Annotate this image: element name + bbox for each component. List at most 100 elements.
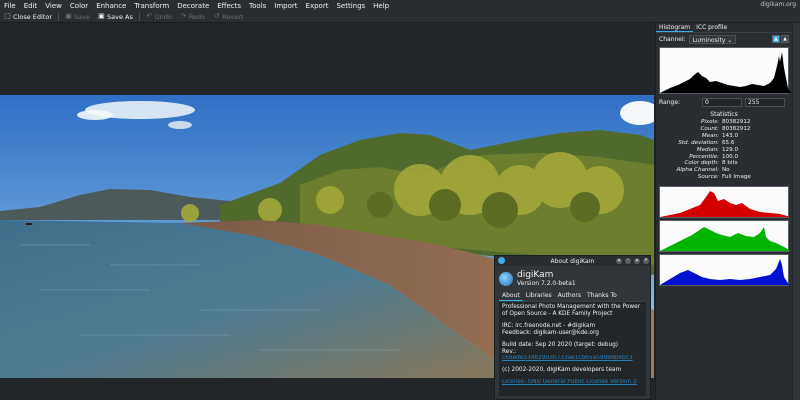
license-link[interactable]: License: GNU General Public License Vers… [502,379,643,386]
feedback-info: Feedback: digikam-user@kde.org [502,329,599,336]
statistics-title: Statistics [710,111,738,118]
close-icon[interactable]: ✕ [643,258,649,264]
menu-enhance[interactable]: Enhance [92,2,130,10]
luminosity-histogram-graph [660,52,791,93]
menu-export[interactable]: Export [302,2,333,10]
stat-row: Mean: 143.0 [656,133,792,140]
save-button[interactable]: ▣ Save [61,13,94,21]
tab-libraries[interactable]: Libraries [523,291,555,301]
toolbar-separator [58,12,60,21]
app-version: Version 7.2.0-beta1 [517,280,576,287]
close-editor-button[interactable]: ⬚ Close Editor [0,13,56,21]
green-histogram-area [660,227,791,252]
stat-value: No [722,167,730,174]
redo-button[interactable]: ↷ Redo [176,13,209,21]
menu-edit[interactable]: Edit [20,2,42,10]
red-histogram-area [660,191,791,218]
save-label: Save [74,12,90,21]
stat-row: Percentile: 100.0 [656,154,792,161]
tab-icc-profile[interactable]: ICC profile [693,23,730,32]
range-max-input[interactable]: 255 [745,97,786,107]
menu-import[interactable]: Import [270,2,301,10]
stat-value: 143.0 [722,132,739,139]
undo-button[interactable]: ↶ Undo [142,13,176,21]
tab-histogram[interactable]: Histogram [656,23,694,32]
revision-link[interactable]: c66ede534829030733ae1cb65a59d9db6bc3 [502,355,643,362]
menu-help[interactable]: Help [369,2,393,10]
app-name: digiKam [517,270,554,280]
stat-value: Full Image [722,174,751,181]
irc-info: IRC: irc.freenode.net - #digikam [502,322,596,329]
stat-key: Percentile: [689,153,719,160]
tab-about[interactable]: About [499,291,523,301]
stat-key: Source: [697,174,719,181]
blue-histogram[interactable] [659,254,791,287]
stat-value: 65.6 [722,139,735,146]
blue-histogram-area [660,259,791,286]
save-icon: ▣ [65,12,72,20]
save-as-icon: ▣ [98,12,105,20]
revision-label: Rev.: [502,348,517,355]
menu-settings[interactable]: Settings [332,2,369,10]
channel-select[interactable]: Luminosity ⌄ [688,34,737,44]
tab-thanks-to[interactable]: Thanks To [584,291,620,301]
stat-row: Pixels: 80382912 [656,119,792,126]
channel-row: Channel: Luminosity ⌄ ▲ ▲ [656,33,792,45]
menu-decorate[interactable]: Decorate [173,2,213,10]
stat-key: Color depth: [684,160,719,167]
close-editor-label: Close Editor [13,12,53,21]
save-as-button[interactable]: ▣ Save As [94,13,137,21]
sidebar-tab-strip[interactable] [793,23,800,400]
red-histogram[interactable] [659,186,791,219]
channel-label: Channel: [659,35,686,43]
stat-row: Source: Full Image [656,174,792,181]
about-description: Professional Photo Management with the P… [502,304,641,317]
stat-row: Alpha Channel: No [656,167,792,174]
panel-tabs: Histogram ICC profile [656,23,792,33]
log-scale-button[interactable]: ▲ [781,35,789,43]
undo-label: Undo [154,12,172,21]
stat-row: Count: 80382912 [656,126,792,133]
toolbar: ⬚ Close Editor ▣ Save ▣ Save As ↶ Undo ↷… [0,11,800,23]
menu-view[interactable]: View [41,2,66,10]
copyright: (c) 2002-2020, digiKam developers team [502,367,622,374]
menu-file[interactable]: File [0,2,20,10]
menu-effects[interactable]: Effects [213,2,245,10]
stat-row: Std. deviation: 65.6 [656,140,792,147]
revert-label: Revert [222,12,244,21]
menu-tools[interactable]: Tools [245,2,270,10]
stat-value: 80382912 [722,119,751,125]
about-tabs: About Libraries Authors Thanks To [499,291,646,302]
green-histogram[interactable] [659,220,791,253]
red-histogram-graph [660,191,791,218]
stat-row: Median: 129.0 [656,147,792,154]
histogram-panel: Histogram ICC profile Channel: Luminosit… [655,23,792,400]
revert-button[interactable]: ↺ Revert [209,13,247,21]
stat-value: 8 bits [722,160,738,167]
about-titlebar: About digiKam ▴ – ▴ ✕ [495,256,650,266]
about-window-title: About digiKam [550,257,595,265]
tab-authors[interactable]: Authors [555,291,584,301]
keep-above-icon[interactable]: ▴ [616,258,622,264]
menu-bar: File Edit View Color Enhance Transform D… [0,0,800,11]
minimize-icon[interactable]: – [625,258,631,264]
maximize-icon[interactable]: ▴ [634,258,640,264]
stat-key: Alpha Channel: [676,167,719,174]
stat-key: Count: [700,125,720,132]
luminosity-histogram[interactable] [659,47,791,94]
revert-icon: ↺ [213,12,220,20]
stat-value: 129.0 [722,146,739,153]
save-as-label: Save As [106,12,133,21]
stat-value: 100.0 [722,153,739,160]
linear-scale-button[interactable]: ▲ [772,35,780,43]
range-row: Range: 0 255 [656,96,792,108]
menu-color[interactable]: Color [66,2,92,10]
redo-icon: ↷ [180,12,187,20]
digikam-icon [498,257,505,264]
stat-row: Color depth: 8 bits [656,160,792,167]
channel-value: Luminosity [692,36,726,44]
range-min-input[interactable]: 0 [702,97,743,107]
toolbar-separator [138,12,140,21]
menu-transform[interactable]: Transform [130,2,173,10]
build-date: Build date: Sep 20 2020 (target: debug) [502,341,619,348]
